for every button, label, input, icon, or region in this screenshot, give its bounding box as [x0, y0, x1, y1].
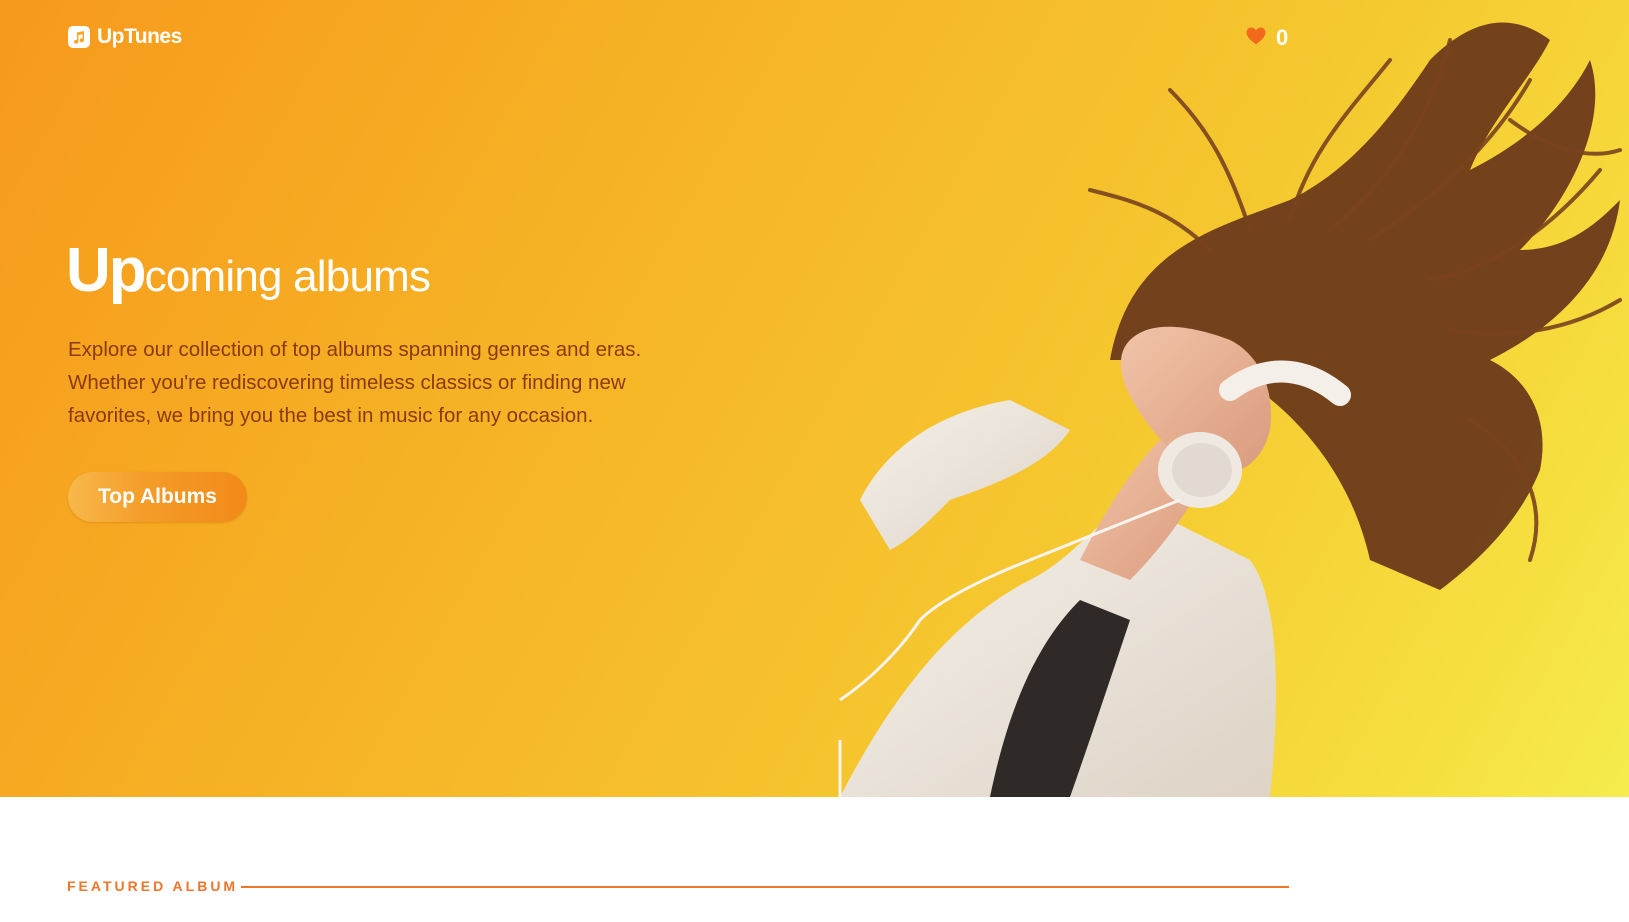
page-title: Upcoming albums	[66, 235, 431, 306]
featured-divider	[241, 886, 1289, 888]
top-albums-button[interactable]: Top Albums	[68, 472, 247, 522]
hero-section: UpTunes 0 Upcoming albums Explore our co…	[0, 0, 1629, 797]
headline-strong: Up	[66, 236, 147, 305]
music-note-icon	[68, 26, 90, 48]
featured-album-heading: FEATURED ALBUM	[67, 878, 1289, 896]
headline-rest: coming albums	[144, 252, 431, 301]
hero-description: Explore our collection of top albums spa…	[68, 338, 642, 427]
logo-text: UpTunes	[97, 25, 182, 48]
featured-album-label: FEATURED ALBUM	[67, 878, 239, 894]
logo[interactable]: UpTunes	[68, 25, 182, 49]
hero-image	[838, 22, 1622, 797]
